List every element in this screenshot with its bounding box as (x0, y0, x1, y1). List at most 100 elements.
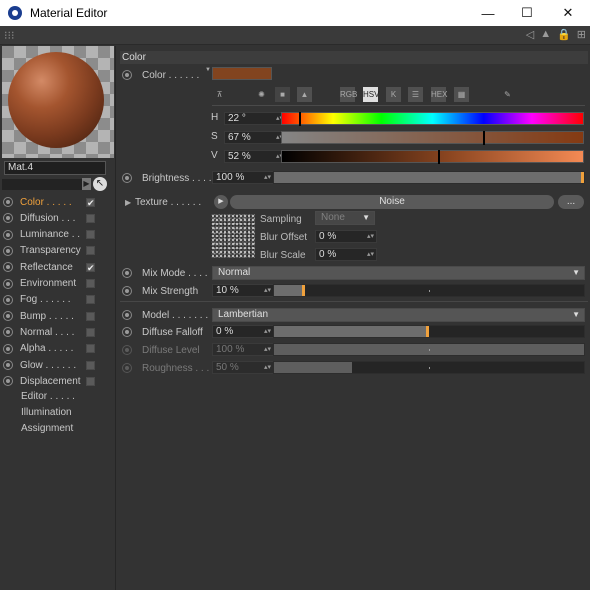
channel-checkbox[interactable] (86, 295, 95, 305)
picture-mode-icon[interactable]: ▲ (297, 87, 312, 102)
value-gradient[interactable] (281, 150, 584, 164)
hue-marker[interactable] (299, 112, 302, 126)
animate-dot-icon[interactable] (122, 286, 132, 296)
slider-handle[interactable] (581, 172, 584, 183)
channel-dot-icon[interactable] (3, 262, 13, 273)
value-input[interactable]: 52 % ▴▾ (224, 150, 286, 163)
diffuse-level-slider[interactable] (273, 343, 585, 356)
channel-item-transparency[interactable]: Transparency (0, 243, 116, 259)
mix-strength-slider[interactable] (273, 284, 585, 297)
material-preview[interactable] (2, 46, 114, 158)
texture-button[interactable]: Noise (230, 195, 554, 209)
eyedropper-icon[interactable]: ✎ (500, 87, 515, 102)
texture-play-icon[interactable]: ▶ (214, 195, 228, 209)
diffuse-falloff-input[interactable]: 0 % ▴▾ (212, 325, 274, 338)
channel-checkbox[interactable] (86, 246, 95, 256)
extra-item[interactable]: Editor . . . . . (21, 391, 75, 402)
animate-dot-icon[interactable] (122, 327, 132, 337)
channel-item-displacement[interactable]: Displacement (0, 373, 116, 389)
diffuse-falloff-slider[interactable] (273, 325, 585, 338)
channel-item-environment[interactable]: Environment (0, 276, 116, 292)
channel-item-fog[interactable]: Fog . . . . . . (0, 292, 116, 308)
channel-checkbox[interactable] (86, 311, 95, 321)
mix-mode-dropdown[interactable]: Normal ▼ (212, 266, 585, 280)
close-button[interactable]: ✕ (546, 0, 590, 26)
sampling-dropdown[interactable]: None ▼ (315, 211, 375, 225)
channel-checkbox[interactable]: ✔ (86, 262, 95, 272)
animate-dot-icon[interactable] (122, 345, 132, 355)
brightness-slider[interactable] (273, 171, 585, 184)
channel-dot-icon[interactable] (3, 376, 13, 387)
saturation-marker[interactable] (482, 131, 485, 145)
saturation-gradient[interactable] (281, 131, 584, 145)
channel-dot-icon[interactable] (3, 197, 13, 207)
animate-dot-icon[interactable] (122, 70, 132, 80)
channel-dot-icon[interactable] (3, 360, 13, 370)
hex-mode-icon[interactable]: HEX (431, 87, 447, 102)
pointer-icon[interactable]: ↖ (93, 177, 107, 191)
expand-arrow-icon[interactable]: ▶ (82, 178, 91, 190)
material-name-field[interactable]: Mat.4 (4, 161, 106, 175)
diffuse-level-input[interactable]: 100 % ▴▾ (212, 343, 274, 356)
channel-checkbox[interactable] (86, 230, 95, 240)
noise-thumbnail[interactable] (211, 214, 255, 258)
swatches-mode-icon[interactable]: ▦ (454, 87, 469, 102)
extra-item[interactable]: Illumination (21, 407, 72, 418)
channel-checkbox[interactable] (86, 344, 95, 354)
channel-dot-icon[interactable] (3, 294, 13, 305)
up-icon[interactable]: ▲ (540, 28, 551, 41)
channel-dot-icon[interactable] (3, 278, 13, 289)
kelvin-mode-icon[interactable]: K (386, 87, 401, 102)
blur-scale-input[interactable]: 0 % ▴▾ (315, 248, 377, 261)
mix-strength-input[interactable]: 10 % ▴▾ (212, 284, 274, 297)
lock-icon[interactable]: 🔒 (557, 28, 571, 41)
hsv-mode-icon[interactable]: HSV (363, 87, 379, 102)
channel-item-glow[interactable]: Glow . . . . . . (0, 357, 116, 373)
channel-checkbox[interactable] (86, 360, 95, 370)
value-marker[interactable] (437, 150, 440, 164)
channel-dot-icon[interactable] (3, 327, 13, 338)
extra-item[interactable]: Assignment (21, 423, 73, 434)
channel-dot-icon[interactable] (3, 213, 13, 224)
mixer-mode-icon[interactable]: ☰ (408, 87, 423, 102)
channel-dot-icon[interactable] (3, 245, 13, 256)
roughness-slider[interactable] (273, 361, 585, 374)
channel-checkbox[interactable] (86, 327, 95, 337)
channel-item-normal[interactable]: Normal . . . . (0, 324, 116, 340)
hue-gradient[interactable] (281, 112, 584, 126)
brightness-input[interactable]: 100 % ▴▾ (212, 171, 274, 184)
animate-dot-icon[interactable] (122, 310, 132, 320)
channel-item-diffusion[interactable]: Diffusion . . . (0, 210, 116, 226)
hue-input[interactable]: 22 ° ▴▾ (224, 112, 286, 125)
maximize-button[interactable]: ☐ (505, 0, 549, 26)
color-swatch[interactable] (212, 67, 272, 80)
animate-dot-icon[interactable] (122, 363, 132, 373)
animate-dot-icon[interactable] (122, 173, 132, 183)
slider-handle[interactable] (302, 285, 305, 296)
saturation-input[interactable]: 67 % ▴▾ (224, 131, 286, 144)
channel-dot-icon[interactable] (3, 343, 13, 354)
preview-options-field[interactable] (2, 179, 82, 190)
swatch-mode-icon[interactable]: ■ (275, 87, 290, 102)
slider-handle[interactable] (426, 326, 429, 337)
new-window-icon[interactable]: ⊞ (577, 28, 586, 41)
expand-arrow-icon[interactable]: ▶ (125, 198, 131, 207)
channel-checkbox[interactable] (86, 213, 95, 223)
channel-checkbox[interactable] (86, 279, 95, 288)
channel-item-bump[interactable]: Bump . . . . . (0, 308, 116, 324)
texture-more-button[interactable]: ... (558, 195, 584, 209)
roughness-input[interactable]: 50 % ▴▾ (212, 361, 274, 374)
channel-checkbox[interactable]: ✔ (86, 197, 95, 207)
channel-item-color[interactable]: Color . . . . . ✔ (0, 194, 116, 210)
back-icon[interactable]: ◁ (526, 28, 534, 41)
channel-dot-icon[interactable] (3, 229, 13, 240)
blur-offset-input[interactable]: 0 % ▴▾ (315, 230, 377, 243)
model-dropdown[interactable]: Lambertian ▼ (212, 308, 585, 322)
channel-checkbox[interactable] (86, 376, 95, 386)
swatch-menu-icon[interactable]: ▼ (205, 67, 211, 73)
rgb-mode-icon[interactable]: RGB (340, 87, 357, 102)
minimize-button[interactable]: — (466, 0, 510, 26)
grip-icon[interactable]: ⁝⁝⁝ (4, 29, 15, 42)
texture-mode-icon[interactable]: ⊼ (212, 87, 227, 102)
channel-item-reflectance[interactable]: Reflectance ✔ (0, 259, 116, 275)
